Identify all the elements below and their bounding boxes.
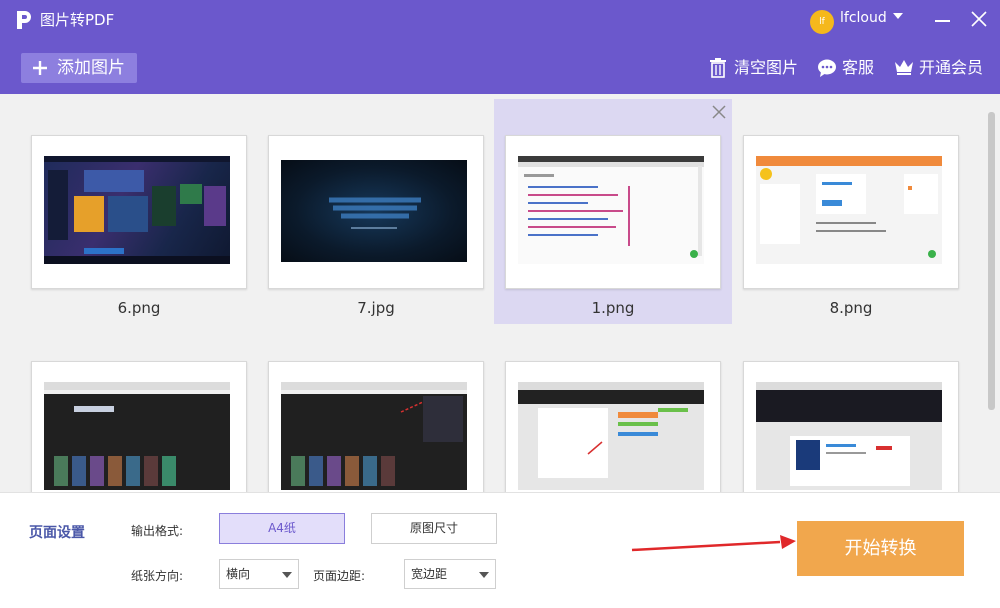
user-avatar[interactable]: lf bbox=[810, 10, 834, 34]
page-settings-title: 页面设置 bbox=[29, 525, 85, 541]
minimize-icon[interactable] bbox=[935, 20, 950, 22]
image-filename: 8.png bbox=[829, 299, 873, 317]
orientation-value: 横向 bbox=[226, 567, 251, 581]
crown-icon bbox=[895, 60, 913, 75]
margin-label: 页面边距: bbox=[313, 569, 366, 583]
add-image-button[interactable]: 添加图片 bbox=[21, 53, 137, 83]
vip-label: 开通会员 bbox=[919, 58, 984, 77]
customer-service-label: 客服 bbox=[842, 58, 875, 77]
image-card[interactable] bbox=[268, 361, 484, 492]
margin-value: 宽边距 bbox=[411, 567, 448, 581]
remove-image-icon[interactable] bbox=[712, 105, 726, 119]
chevron-down-icon bbox=[479, 572, 489, 578]
grid-scrollbar[interactable] bbox=[988, 112, 995, 410]
format-original-button[interactable]: 原图尺寸 bbox=[371, 513, 497, 544]
image-card[interactable] bbox=[743, 361, 959, 492]
chevron-down-icon bbox=[282, 572, 292, 578]
page-settings-panel: 页面设置 输出格式: A4纸 原图尺寸 纸张方向: 横向 页面边距: 宽边距 开… bbox=[0, 492, 1000, 608]
image-tile[interactable] bbox=[494, 325, 732, 492]
vip-button[interactable]: 开通会员 bbox=[894, 57, 986, 81]
image-filename: 6.png bbox=[117, 299, 161, 317]
image-card[interactable] bbox=[31, 361, 247, 492]
image-card[interactable] bbox=[743, 135, 959, 289]
title-bar: 图片转PDF lf lfcloud 添加图片 清空图片 客服 开通会员 bbox=[0, 0, 1000, 94]
clear-images-label: 清空图片 bbox=[734, 58, 799, 77]
image-tile[interactable]: 8.png bbox=[732, 99, 970, 324]
image-card[interactable] bbox=[505, 135, 721, 289]
chevron-down-icon[interactable] bbox=[893, 13, 903, 19]
image-tile[interactable] bbox=[20, 325, 258, 492]
output-format-label: 输出格式: bbox=[131, 524, 184, 538]
username[interactable]: lfcloud bbox=[840, 10, 887, 26]
image-thumbnail bbox=[44, 382, 230, 490]
image-thumbnail bbox=[281, 382, 467, 490]
image-grid: 6.png 7.jpg 1.png 8.png bbox=[0, 94, 1000, 492]
image-card[interactable] bbox=[268, 135, 484, 289]
trash-icon bbox=[710, 58, 726, 78]
image-tile[interactable]: 7.jpg bbox=[257, 99, 495, 324]
image-thumbnail bbox=[756, 382, 942, 490]
app-title: 图片转PDF bbox=[40, 11, 115, 29]
margin-select[interactable]: 宽边距 bbox=[404, 559, 496, 589]
image-tile[interactable] bbox=[732, 325, 970, 492]
image-thumbnail bbox=[518, 156, 704, 264]
clear-images-button[interactable]: 清空图片 bbox=[709, 57, 801, 81]
annotation-arrow-icon bbox=[631, 535, 796, 552]
image-filename: 7.jpg bbox=[357, 299, 395, 317]
image-thumbnail bbox=[281, 160, 467, 262]
add-image-label: 添加图片 bbox=[57, 58, 125, 78]
image-tile[interactable]: 6.png bbox=[20, 99, 258, 324]
image-card[interactable] bbox=[31, 135, 247, 289]
customer-service-button[interactable]: 客服 bbox=[817, 57, 881, 81]
orientation-label: 纸张方向: bbox=[131, 569, 184, 583]
chat-bubble-icon bbox=[818, 59, 836, 77]
image-card[interactable] bbox=[505, 361, 721, 492]
app-logo-icon bbox=[17, 11, 31, 29]
image-thumbnail bbox=[756, 156, 942, 264]
orientation-select[interactable]: 横向 bbox=[219, 559, 299, 589]
image-thumbnail bbox=[44, 156, 230, 264]
start-convert-button[interactable]: 开始转换 bbox=[797, 521, 964, 576]
format-a4-button[interactable]: A4纸 bbox=[219, 513, 345, 544]
image-filename: 1.png bbox=[591, 299, 635, 317]
image-tile[interactable] bbox=[257, 325, 495, 492]
close-icon[interactable] bbox=[970, 10, 988, 28]
image-tile-selected[interactable]: 1.png bbox=[494, 99, 732, 324]
image-thumbnail bbox=[518, 382, 704, 490]
plus-icon bbox=[33, 61, 47, 75]
